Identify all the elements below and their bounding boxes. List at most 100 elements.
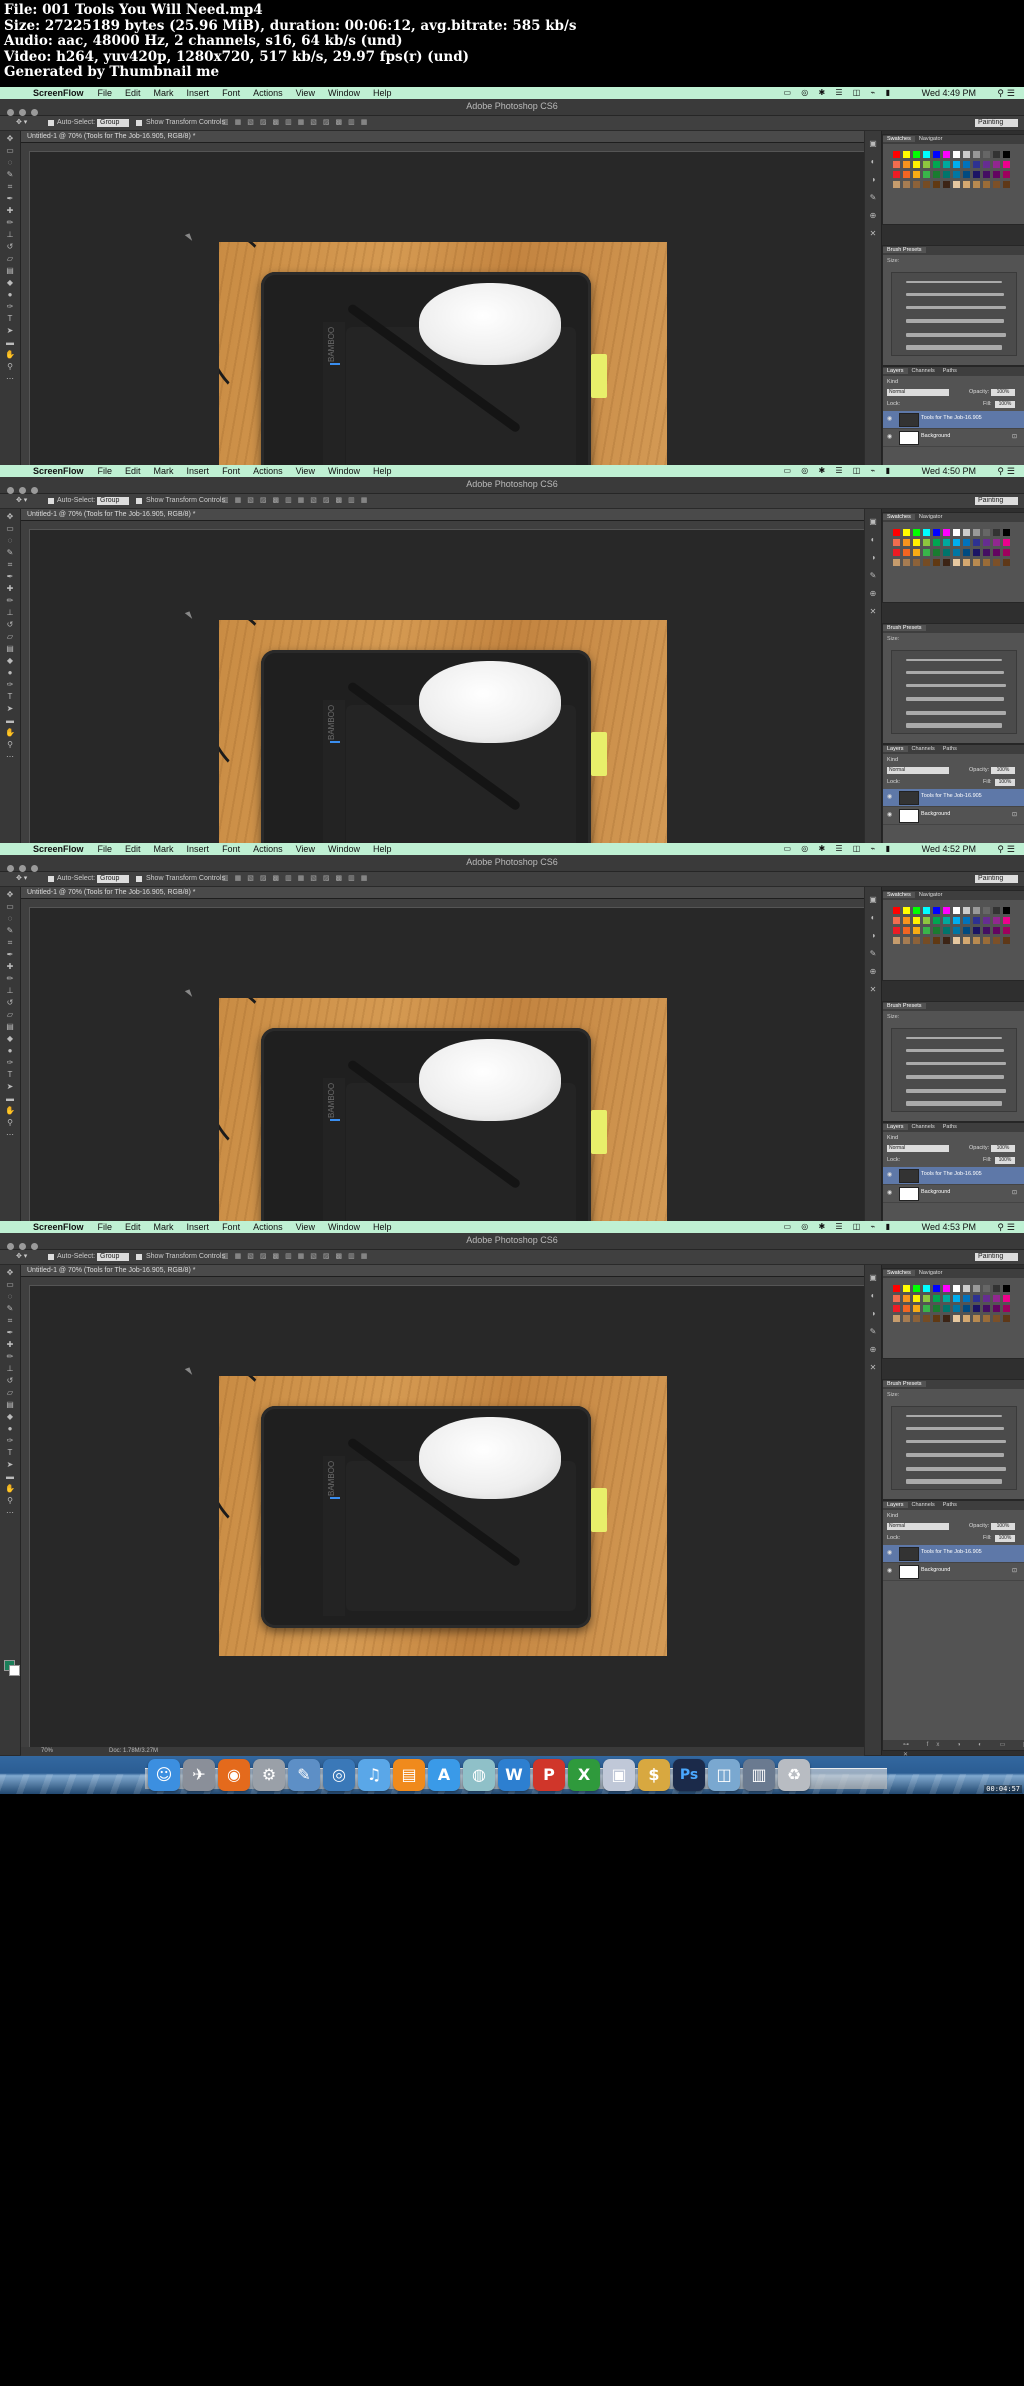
color-swatch[interactable] [903, 1315, 910, 1322]
color-swatch[interactable] [973, 907, 980, 914]
menu-view[interactable]: View [296, 844, 315, 854]
menu-app-screenflow[interactable]: ScreenFlow [33, 466, 84, 476]
gradient-tool-icon[interactable]: ▤ [4, 644, 16, 653]
color-swatch[interactable] [933, 559, 940, 566]
path-select-tool-icon[interactable]: ➤ [4, 704, 16, 713]
opacity-value[interactable]: 100% [991, 767, 1015, 774]
color-swatch[interactable] [973, 559, 980, 566]
visibility-eye-icon[interactable]: ◉ [887, 1567, 892, 1574]
tools-panel-icon[interactable]: ✕ [868, 985, 878, 995]
color-swatch[interactable] [923, 1295, 930, 1302]
blend-mode-dropdown[interactable]: Normal [887, 389, 949, 396]
spotlight-icon[interactable]: ⚲ [997, 466, 1007, 476]
system-prefs-icon[interactable]: ⚙ [253, 1759, 285, 1791]
color-swatch[interactable] [963, 529, 970, 536]
color-swatch[interactable] [933, 151, 940, 158]
color-swatch[interactable] [973, 1295, 980, 1302]
brush-list[interactable] [891, 1028, 1017, 1112]
color-swatch[interactable] [933, 907, 940, 914]
hand-tool-icon[interactable]: ✋ [4, 350, 16, 359]
color-swatch[interactable] [953, 1285, 960, 1292]
color-swatch[interactable] [913, 907, 920, 914]
color-swatch[interactable] [933, 1305, 940, 1312]
brush-panel-icon[interactable]: ✎ [868, 1327, 878, 1337]
color-swatch[interactable] [893, 171, 900, 178]
marquee-tool-icon[interactable]: ▭ [4, 1280, 16, 1289]
menu-view[interactable]: View [296, 466, 315, 476]
color-swatch[interactable] [963, 559, 970, 566]
move-tool-icon[interactable]: ✥ [4, 1268, 16, 1277]
fill-value[interactable]: 100% [995, 1535, 1015, 1542]
swatch-grid[interactable] [891, 905, 1015, 965]
menu-window[interactable]: Window [328, 844, 360, 854]
transform-controls-checkbox[interactable] [136, 120, 142, 126]
color-swatch[interactable] [963, 151, 970, 158]
color-swatch[interactable] [943, 1295, 950, 1302]
color-swatch[interactable] [923, 171, 930, 178]
layer-filter-kind[interactable]: Kind [887, 1135, 898, 1141]
opacity-value[interactable]: 100% [991, 1523, 1015, 1530]
color-swatch[interactable] [903, 549, 910, 556]
tab-channels[interactable]: Channels [908, 746, 939, 752]
brush-preset[interactable] [906, 281, 1002, 283]
brush-preset[interactable] [906, 711, 1006, 715]
color-swatch[interactable] [993, 181, 1000, 188]
tab-navigator[interactable]: Navigator [915, 514, 947, 520]
notification-icon[interactable]: ☰ [1007, 844, 1018, 854]
color-swatch[interactable] [953, 907, 960, 914]
crop-tool-icon[interactable]: ⌗ [4, 182, 16, 191]
gradient-tool-icon[interactable]: ▤ [4, 1400, 16, 1409]
color-swatch[interactable] [913, 549, 920, 556]
color-swatch[interactable] [923, 1305, 930, 1312]
color-swatch[interactable] [943, 937, 950, 944]
eyedropper-tool-icon[interactable]: ✒ [4, 950, 16, 959]
brush-panel-icon[interactable]: ✎ [868, 193, 878, 203]
color-swatch[interactable] [953, 1305, 960, 1312]
eyedropper-tool-icon[interactable]: ✒ [4, 572, 16, 581]
menubar-clock[interactable]: Wed 4:50 PM [922, 465, 976, 477]
color-swatch[interactable] [893, 151, 900, 158]
tab-swatches[interactable]: Swatches [883, 514, 915, 520]
color-panel-icon[interactable]: ◐ [868, 913, 878, 923]
brush-tool-icon[interactable]: ✏ [4, 1352, 16, 1361]
menu-file[interactable]: File [98, 844, 113, 854]
crop-tool-icon[interactable]: ⌗ [4, 560, 16, 569]
visibility-eye-icon[interactable]: ◉ [887, 793, 892, 800]
dodge-tool-icon[interactable]: ● [4, 1424, 16, 1433]
color-swatch[interactable] [893, 1295, 900, 1302]
zoom-level[interactable]: 70% [41, 1747, 53, 1756]
menu-view[interactable]: View [296, 88, 315, 98]
brush-preset[interactable] [906, 697, 1004, 701]
document-tab[interactable]: Untitled-1 @ 70% (Tools for The Job-16.9… [21, 887, 864, 899]
layer-filter-kind[interactable]: Kind [887, 379, 898, 385]
healing-tool-icon[interactable]: ✚ [4, 206, 16, 215]
color-swatch[interactable] [963, 539, 970, 546]
status-icons[interactable]: ▭ ◎ ✱ ☰ ◫ ⌁ ▮ [783, 466, 894, 476]
blend-mode-dropdown[interactable]: Normal [887, 1145, 949, 1152]
move-tool-icon[interactable]: ✥ [4, 134, 16, 143]
color-swatch[interactable] [893, 559, 900, 566]
eyedropper-tool-icon[interactable]: ✒ [4, 1328, 16, 1337]
color-swatch[interactable] [933, 529, 940, 536]
tab-paths[interactable]: Paths [939, 746, 961, 752]
brush-preset[interactable] [906, 1037, 1002, 1039]
menu-mark[interactable]: Mark [154, 466, 174, 476]
color-swatch[interactable] [993, 1315, 1000, 1322]
transform-controls-checkbox[interactable] [136, 876, 142, 882]
color-swatch[interactable] [923, 161, 930, 168]
color-swatch[interactable] [913, 171, 920, 178]
menu-mark[interactable]: Mark [154, 88, 174, 98]
color-swatch[interactable] [903, 529, 910, 536]
color-swatch[interactable] [963, 181, 970, 188]
menu-insert[interactable]: Insert [187, 466, 210, 476]
opacity-value[interactable]: 100% [991, 1145, 1015, 1152]
auto-select-target-dropdown[interactable]: Group [97, 1253, 130, 1261]
documents-icon[interactable]: ▥ [743, 1759, 775, 1791]
move-tool-icon[interactable]: ✥ ▾ [16, 872, 27, 886]
color-swatch[interactable] [973, 917, 980, 924]
color-swatch[interactable] [933, 1285, 940, 1292]
color-swatch[interactable] [943, 181, 950, 188]
color-swatch[interactable] [953, 151, 960, 158]
color-swatch[interactable] [993, 907, 1000, 914]
path-select-tool-icon[interactable]: ➤ [4, 1460, 16, 1469]
